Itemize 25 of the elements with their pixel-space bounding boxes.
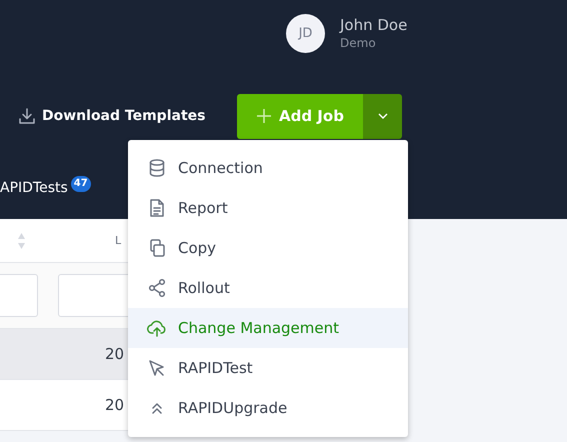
- upload-icon: [147, 318, 167, 338]
- filter-field[interactable]: [0, 274, 38, 317]
- download-templates-button[interactable]: Download Templates: [16, 105, 208, 127]
- menu-item[interactable]: Change Management: [128, 308, 408, 348]
- plus-icon: [257, 109, 271, 123]
- table-cell: 20: [105, 345, 124, 363]
- menu-item[interactable]: Copy: [128, 228, 408, 268]
- tab-label[interactable]: APIDTests: [0, 179, 68, 197]
- menu-item[interactable]: RAPIDUpgrade: [128, 388, 408, 428]
- share-icon: [147, 278, 167, 298]
- column-header[interactable]: L: [48, 234, 122, 247]
- database-icon: [147, 158, 167, 178]
- avatar[interactable]: JD: [286, 14, 325, 53]
- caret-icon: [378, 113, 388, 119]
- menu-item[interactable]: Report: [128, 188, 408, 228]
- table-cell: 20: [105, 396, 124, 414]
- sort-icon[interactable]: [17, 232, 26, 250]
- user-name: John Doe: [340, 15, 408, 35]
- menu-item[interactable]: Rollout: [128, 268, 408, 308]
- menu-item[interactable]: RAPIDTest: [128, 348, 408, 388]
- count-badge: 47: [70, 176, 91, 192]
- menu-item[interactable]: Connection: [128, 148, 408, 188]
- user-role: Demo: [340, 35, 377, 52]
- dropdown-button[interactable]: [363, 94, 402, 138]
- download-icon: [18, 107, 36, 125]
